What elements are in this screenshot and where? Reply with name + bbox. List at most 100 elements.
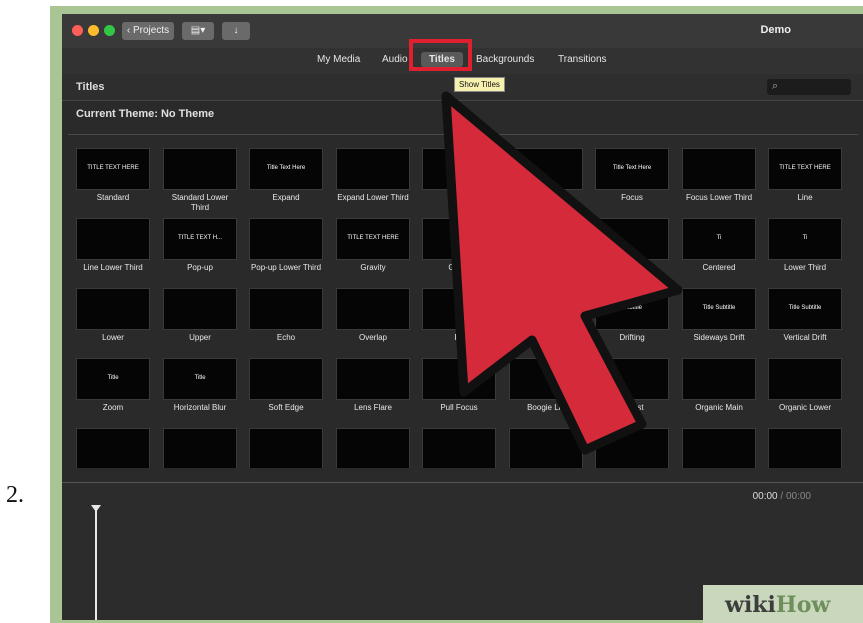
thumbnail-text: Title <box>107 375 119 381</box>
title-thumbnail <box>422 148 496 190</box>
close-button[interactable] <box>72 25 83 36</box>
title-thumbnail <box>422 358 496 400</box>
thumbnail-text: TITLE TEXT HERE <box>779 165 831 171</box>
library-toggle-button[interactable]: ▤▾ <box>182 22 214 40</box>
title-tile[interactable]: TITLE TEXT H... Pop-up <box>163 218 237 273</box>
title-tile[interactable]: Title Text Here Expand <box>249 148 323 203</box>
title-tile[interactable]: TITLE TEXT HERE Standard <box>76 148 150 203</box>
title-thumbnail <box>595 358 669 400</box>
title-label: Overlap <box>358 333 387 342</box>
search-field[interactable]: ⌕ <box>767 79 851 95</box>
panel-title: Titles <box>76 81 105 93</box>
thumbnail-text: Subtitle <box>621 305 642 311</box>
title-tile[interactable]: Boogie Lig <box>509 358 583 413</box>
title-label: Horizontal Blur <box>173 403 227 412</box>
title-tile[interactable] <box>595 218 669 263</box>
title-tile[interactable]: Expand Lower Third <box>336 148 410 203</box>
thumbnail-text: Title Text Here <box>612 165 652 171</box>
title-label: Pull Focus <box>440 403 478 412</box>
tab-audio[interactable]: Audio <box>382 54 408 65</box>
title-tile[interactable]: Pop-up Lower Third <box>249 218 323 273</box>
title-tile[interactable] <box>509 148 583 193</box>
title-label: Lower Third <box>783 263 827 272</box>
title-tile[interactable] <box>509 218 583 263</box>
title-tile[interactable]: Title Text Here Focus <box>595 148 669 203</box>
title-tile[interactable]: Upper <box>163 288 237 343</box>
title-label: Centered <box>702 263 736 272</box>
title-thumbnail: Title Text Here <box>249 148 323 190</box>
step-number: 2. <box>6 482 24 508</box>
title-thumbnail <box>509 428 583 468</box>
title-tile[interactable]: Echo <box>249 288 323 343</box>
title-tile[interactable]: Ti Lower Third <box>768 218 842 273</box>
title-tile[interactable]: Organic Lower <box>768 358 842 413</box>
tab-backgrounds[interactable]: Backgrounds <box>476 54 534 65</box>
title-tile[interactable]: Pull Focus <box>422 358 496 413</box>
title-tile[interactable]: n Dust <box>595 358 669 413</box>
title-label: Zoom <box>102 403 124 412</box>
title-tile[interactable]: Clouds <box>249 428 323 468</box>
title-tile[interactable]: Line Lower Third <box>76 218 150 273</box>
projects-button[interactable]: ‹ Projects <box>122 22 174 40</box>
title-thumbnail: TITLE TEXT H... <box>163 218 237 260</box>
title-tile[interactable]: TITLE TEXT HERE Line <box>768 148 842 203</box>
title-tile[interactable]: Subtitle Drifting <box>595 288 669 343</box>
title-label: n Dust <box>620 403 644 412</box>
title-thumbnail: TITLE TEXT HERE <box>768 148 842 190</box>
title-tile[interactable] <box>422 148 496 193</box>
import-button[interactable]: ↓ <box>222 22 250 40</box>
title-tile[interactable] <box>509 288 583 333</box>
title-label: Vertical Drift <box>783 333 827 342</box>
title-label: Lower <box>102 333 124 342</box>
title-tile[interactable]: Soft Edge - White <box>509 428 583 468</box>
download-arrow-icon: ↓ <box>233 25 239 36</box>
title-thumbnail: Ti <box>682 218 756 260</box>
title-tile[interactable]: Title Subtitle Sideways Drift <box>682 288 756 343</box>
watermark-how: How <box>775 592 831 618</box>
watermark-wiki: wiki <box>725 592 776 618</box>
title-thumbnail <box>249 428 323 468</box>
thumbnail-text: Title Text Here <box>266 165 306 171</box>
title-thumbnail <box>509 358 583 400</box>
tab-transitions[interactable]: Transitions <box>558 54 607 65</box>
title-tile[interactable]: Gradient - Black <box>768 428 842 468</box>
title-tile[interactable]: Lens Flare <box>336 358 410 413</box>
title-thumbnail <box>163 428 237 468</box>
minimize-button[interactable] <box>88 25 99 36</box>
title-tile[interactable]: TITLE TEXT HERE Gravity <box>336 218 410 273</box>
title-label: Pop-up <box>187 263 213 272</box>
title-label: Focus <box>621 193 643 202</box>
title-thumbnail: Ti <box>768 218 842 260</box>
title-tile[interactable]: Reveal <box>595 428 669 468</box>
title-thumbnail <box>595 218 669 260</box>
title-tile[interactable]: Ticker <box>76 428 150 468</box>
title-tile[interactable]: Ti Centered <box>682 218 756 273</box>
title-tile[interactable]: Gravit <box>422 218 496 273</box>
title-tile[interactable]: Focus Lower Third <box>682 148 756 203</box>
title-tile[interactable]: Soft Edge <box>249 358 323 413</box>
playhead[interactable] <box>95 509 97 620</box>
title-thumbnail <box>249 358 323 400</box>
title-tile[interactable]: Fo <box>422 288 496 343</box>
title-tile[interactable]: Overlap <box>336 288 410 343</box>
tooltip: Show Titles <box>454 77 505 92</box>
title-thumbnail: TITLE TEXT HERE <box>76 148 150 190</box>
time-separator: / <box>780 491 784 502</box>
title-tile[interactable]: Title Horizontal Blur <box>163 358 237 413</box>
zoom-button[interactable] <box>104 25 115 36</box>
title-tile[interactable]: Gradient - White <box>422 428 496 468</box>
title-label: Drifting <box>619 333 645 342</box>
title-tile[interactable]: Title Subtitle Vertical Drift <box>768 288 842 343</box>
tab-my-media[interactable]: My Media <box>317 54 360 65</box>
title-thumbnail <box>336 358 410 400</box>
title-tile[interactable]: Far Far Away <box>336 428 410 468</box>
title-thumbnail <box>422 218 496 260</box>
title-tile[interactable]: Lower <box>76 288 150 343</box>
title-tile[interactable]: Standard Lower Third <box>163 148 237 213</box>
title-tile[interactable]: Title Zoom <box>76 358 150 413</box>
title-tile[interactable]: Date/Time <box>163 428 237 468</box>
title-label: Soft Edge <box>268 403 304 412</box>
title-tile[interactable]: Organic Main <box>682 358 756 413</box>
title-thumbnail <box>249 218 323 260</box>
title-tile[interactable]: Formal <box>682 428 756 468</box>
